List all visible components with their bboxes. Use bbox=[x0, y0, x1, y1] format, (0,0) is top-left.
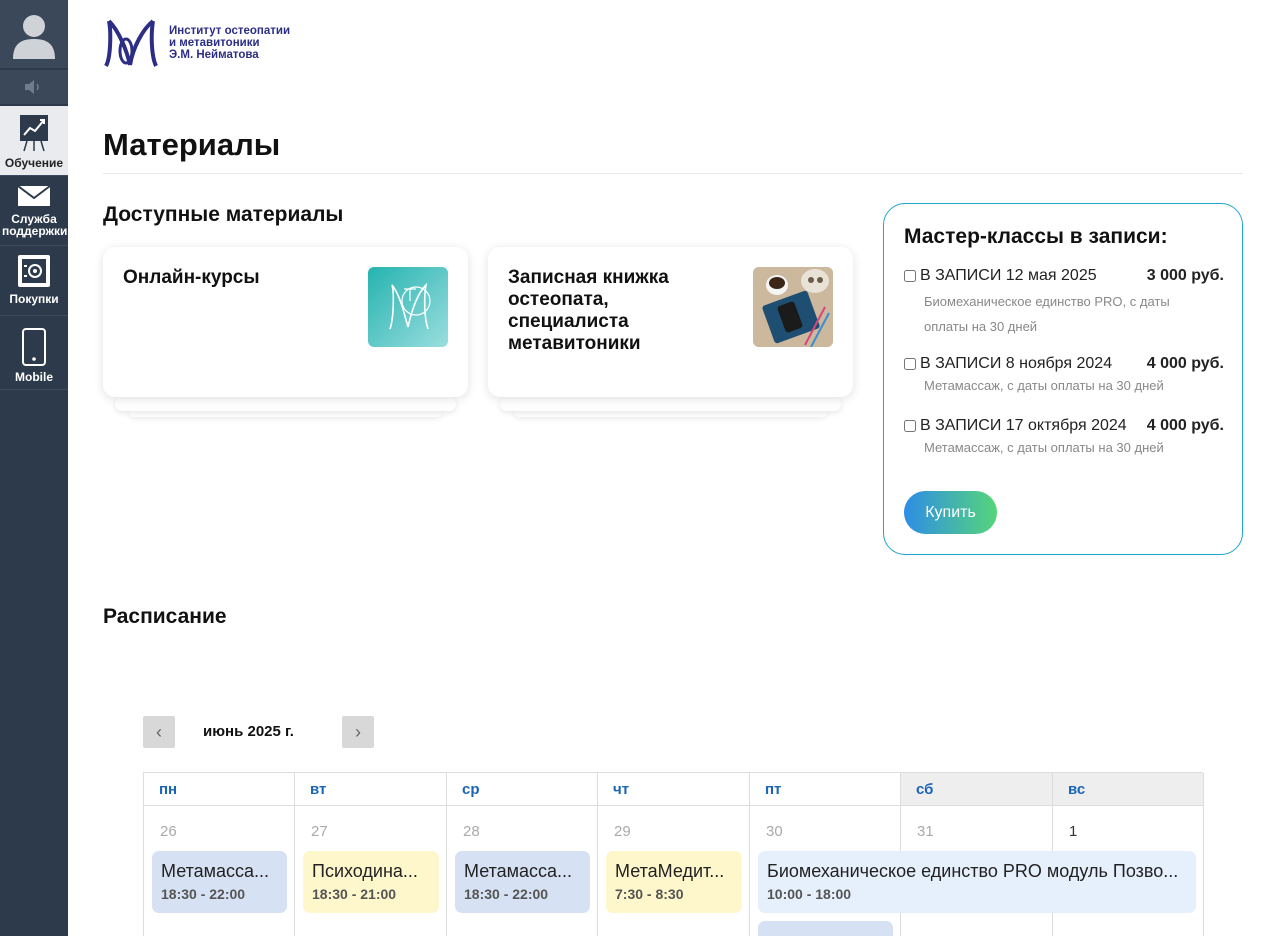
event-title: МетаМедит... bbox=[615, 861, 725, 881]
masterclass-option[interactable]: В ЗАПИСИ 17 октября 2024 4 000 руб. bbox=[904, 417, 1224, 435]
masterclass-price: 4 000 руб. bbox=[1146, 355, 1224, 372]
course-logo-icon bbox=[389, 282, 431, 330]
card-stack-layer bbox=[500, 397, 841, 411]
weekday-header: пт bbox=[750, 773, 901, 806]
card-title: Записная книжка остеопата, специалиста м… bbox=[508, 267, 669, 354]
chart-board-icon bbox=[19, 114, 49, 154]
card[interactable]: Записная книжка остеопата, специалиста м… bbox=[488, 247, 853, 397]
buy-button[interactable]: Купить bbox=[904, 491, 997, 534]
card-thumbnail bbox=[753, 267, 833, 347]
event-time: 7:30 - 8:30 bbox=[615, 886, 684, 902]
masterclass-description: Метамассаж, с даты оплаты на 30 дней bbox=[924, 378, 1164, 393]
chevron-right-icon: › bbox=[355, 721, 361, 742]
masterclass-checkbox[interactable] bbox=[904, 420, 916, 432]
masterclass-item: В ЗАПИСИ 8 ноября 2024 4 000 руб. Метама… bbox=[904, 355, 1224, 398]
calendar-event[interactable]: Психодина... 18:30 - 21:00 bbox=[303, 851, 439, 913]
calendar-event[interactable]: Метамасса... 18:30 - 22:00 bbox=[455, 851, 590, 913]
weekday-header: сб bbox=[901, 773, 1053, 806]
weekday-header: вт bbox=[295, 773, 447, 806]
event-title: Биомеханическое единство PRO модуль Позв… bbox=[767, 861, 1179, 881]
available-materials-title: Доступные материалы bbox=[103, 203, 344, 226]
masterclass-description: Метамассаж, с даты оплаты на 30 дней bbox=[924, 440, 1164, 455]
card-thumbnail bbox=[368, 267, 448, 347]
mobile-phone-icon bbox=[22, 328, 46, 368]
safe-icon bbox=[17, 254, 51, 290]
logo-mark-icon bbox=[104, 19, 158, 67]
calendar-grid: пн вт ср чт пт сб вс 26 27 28 29 30 31 1… bbox=[143, 772, 1204, 936]
logo-line: Э.М. Нейматова bbox=[169, 49, 259, 61]
envelope-icon bbox=[17, 184, 51, 210]
sidebar-item-label: Обучение bbox=[4, 156, 64, 170]
event-time: 18:30 - 22:00 bbox=[464, 886, 549, 902]
user-avatar-icon bbox=[13, 15, 55, 59]
weekday-header: ср bbox=[447, 773, 598, 806]
day-number: 30 bbox=[766, 823, 783, 840]
speaker-icon bbox=[25, 80, 39, 94]
masterclass-item: В ЗАПИСИ 12 мая 2025 3 000 руб. Биомехан… bbox=[904, 267, 1224, 339]
event-time: 10:00 - 18:00 bbox=[767, 886, 852, 902]
event-time: 18:30 - 21:00 bbox=[312, 886, 397, 902]
calendar-event-partial[interactable] bbox=[758, 921, 893, 936]
card-stack-layer bbox=[115, 397, 456, 411]
calendar-prev-button[interactable]: ‹ bbox=[143, 716, 175, 748]
card[interactable]: Онлайн-курсы bbox=[103, 247, 468, 397]
sidebar-item-label: Mobile bbox=[15, 370, 53, 384]
logo-line: Институт остеопатии bbox=[169, 25, 291, 37]
calendar-next-button[interactable]: › bbox=[342, 716, 374, 748]
sidebar-item-purchases[interactable]: Покупки bbox=[0, 246, 68, 316]
avatar[interactable] bbox=[0, 0, 68, 68]
event-title: Метамасса... bbox=[464, 861, 573, 881]
day-number: 1 bbox=[1069, 823, 1078, 840]
logo-text: Институт остеопатии и метавитоники Э.М. … bbox=[169, 25, 290, 61]
masterclass-price: 4 000 руб. bbox=[1146, 417, 1224, 434]
sidebar-item-label: Покупки bbox=[9, 292, 59, 306]
masterclass-option[interactable]: В ЗАПИСИ 12 мая 2025 3 000 руб. bbox=[904, 267, 1224, 285]
logo-line: и метавитоники bbox=[169, 37, 260, 49]
institute-logo[interactable]: Институт остеопатии и метавитоники Э.М. … bbox=[103, 17, 290, 69]
masterclass-option[interactable]: В ЗАПИСИ 8 ноября 2024 4 000 руб. bbox=[904, 355, 1224, 373]
sidebar-item-mobile[interactable]: Mobile bbox=[0, 318, 68, 390]
masterclass-checkbox[interactable] bbox=[904, 270, 916, 282]
sound-toggle[interactable] bbox=[0, 70, 68, 104]
weekday-header: вс bbox=[1053, 773, 1204, 806]
sidebar-item-support[interactable]: Служба поддержки bbox=[0, 176, 68, 246]
calendar-event[interactable]: МетаМедит... 7:30 - 8:30 bbox=[606, 851, 742, 913]
masterclasses-title: Мастер-классы в записи: bbox=[904, 225, 1168, 248]
page-title: Материалы bbox=[103, 127, 281, 162]
masterclass-price: 3 000 руб. bbox=[1146, 267, 1224, 284]
masterclass-name: В ЗАПИСИ 17 октября 2024 bbox=[920, 417, 1127, 434]
calendar-event[interactable]: Метамасса... 18:30 - 22:00 bbox=[152, 851, 287, 913]
event-time: 18:30 - 22:00 bbox=[161, 886, 246, 902]
calendar-month-label: июнь 2025 г. bbox=[203, 723, 294, 740]
masterclasses-panel: Мастер-классы в записи: В ЗАПИСИ 12 мая … bbox=[883, 203, 1243, 555]
day-number: 28 bbox=[463, 823, 480, 840]
sidebar-item-learning[interactable]: Обучение bbox=[0, 106, 68, 176]
material-card-notebook[interactable]: Записная книжка остеопата, специалиста м… bbox=[488, 247, 853, 417]
day-number: 29 bbox=[614, 823, 631, 840]
masterclass-item: В ЗАПИСИ 17 октября 2024 4 000 руб. Мета… bbox=[904, 417, 1224, 460]
weekday-header: пн bbox=[144, 773, 295, 806]
day-number: 31 bbox=[917, 823, 934, 840]
masterclass-name: В ЗАПИСИ 12 мая 2025 bbox=[920, 267, 1097, 284]
day-number: 27 bbox=[311, 823, 328, 840]
event-title: Психодина... bbox=[312, 861, 418, 881]
day-number: 26 bbox=[160, 823, 177, 840]
material-card-online-courses[interactable]: Онлайн-курсы bbox=[103, 247, 468, 417]
divider bbox=[103, 173, 1243, 174]
schedule-title: Расписание bbox=[103, 605, 227, 628]
sidebar-item-label: Служба поддержки bbox=[2, 212, 68, 238]
masterclass-description: Биомеханическое единство PRO, с даты опл… bbox=[924, 294, 1170, 334]
weekday-header: чт bbox=[598, 773, 750, 806]
masterclass-checkbox[interactable] bbox=[904, 358, 916, 370]
notebook-photo-icon bbox=[753, 267, 833, 347]
chevron-left-icon: ‹ bbox=[156, 721, 162, 742]
masterclass-name: В ЗАПИСИ 8 ноября 2024 bbox=[920, 355, 1113, 372]
sidebar: Обучение Служба поддержки Покупки Mobile bbox=[0, 0, 68, 936]
card-title: Онлайн-курсы bbox=[123, 267, 260, 288]
event-title: Метамасса... bbox=[161, 861, 270, 881]
calendar-event[interactable]: Биомеханическое единство PRO модуль Позв… bbox=[758, 851, 1196, 913]
